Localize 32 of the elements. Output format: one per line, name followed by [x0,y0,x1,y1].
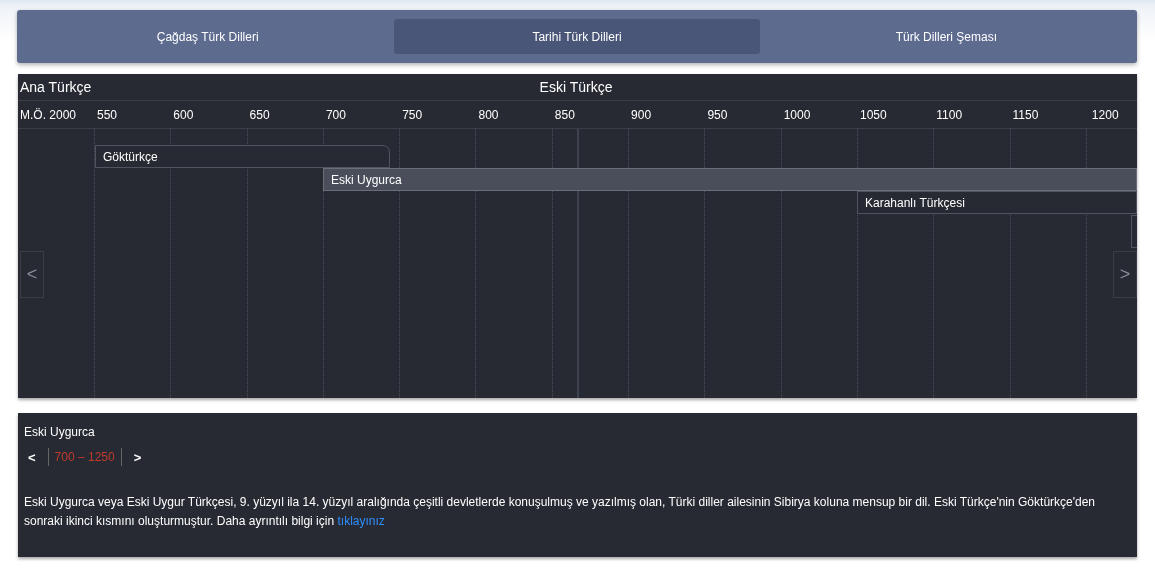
year-label: 1000 [782,107,812,122]
year-label: 900 [630,107,653,122]
timeline-bar[interactable]: Karahanlı Türkçesi [857,191,1137,214]
year-label: 600 [172,107,195,122]
year-label: 850 [553,107,576,122]
description-text: Eski Uygurca veya Eski Uygur Türkçesi, 9. yüzyıl ila 14. yüzyıl aralığında çeşitli devletlerde konuşulmuş ve yazılmış olan, Türki diller ailesinin Sibirya koluna mensup bir dil. Eski Türkçe'nin Göktürkçe'den sonraki ikinci kısmını oluşturmuştur. Daha ayrıntılı bilgi için tıklayınız [24,494,1097,530]
year-label: 1050 [858,107,888,122]
more-info-link[interactable]: tıklayınız [337,514,385,528]
tab[interactable]: Çağdaş Türk Dilleri [25,19,391,54]
year-label: 1150 [1011,107,1040,122]
year-label: 1100 [935,107,964,122]
previous-button[interactable]: < [24,449,40,465]
next-button[interactable]: > [1113,251,1137,298]
era-label: Ana Türkçe [19,79,93,95]
timeline-bar[interactable]: Eski Uygurca [323,168,1137,191]
year-label: M.Ö. 2000 [19,107,78,122]
previous-button[interactable]: < [20,251,44,298]
era-label: Eski Türkçe [538,79,614,95]
year-label: 1200 [1090,107,1120,122]
year-label: 550 [96,107,119,122]
year-label: 800 [477,107,500,122]
year-label: 700 [324,107,347,122]
date-range: 700 – 1250 [47,448,122,466]
next-button[interactable]: > [129,449,146,465]
year-label: 750 [401,107,424,122]
year-label: 950 [706,107,729,122]
tab[interactable]: Tarihi Türk Dilleri [394,19,760,54]
tab[interactable]: Türk Dilleri Şeması [763,19,1129,54]
year-label: 650 [248,107,271,122]
timeline-bar[interactable] [1131,215,1137,248]
detail-title: Eski Uygurca [24,425,96,439]
timeline-bar[interactable]: Göktürkçe [95,145,390,168]
